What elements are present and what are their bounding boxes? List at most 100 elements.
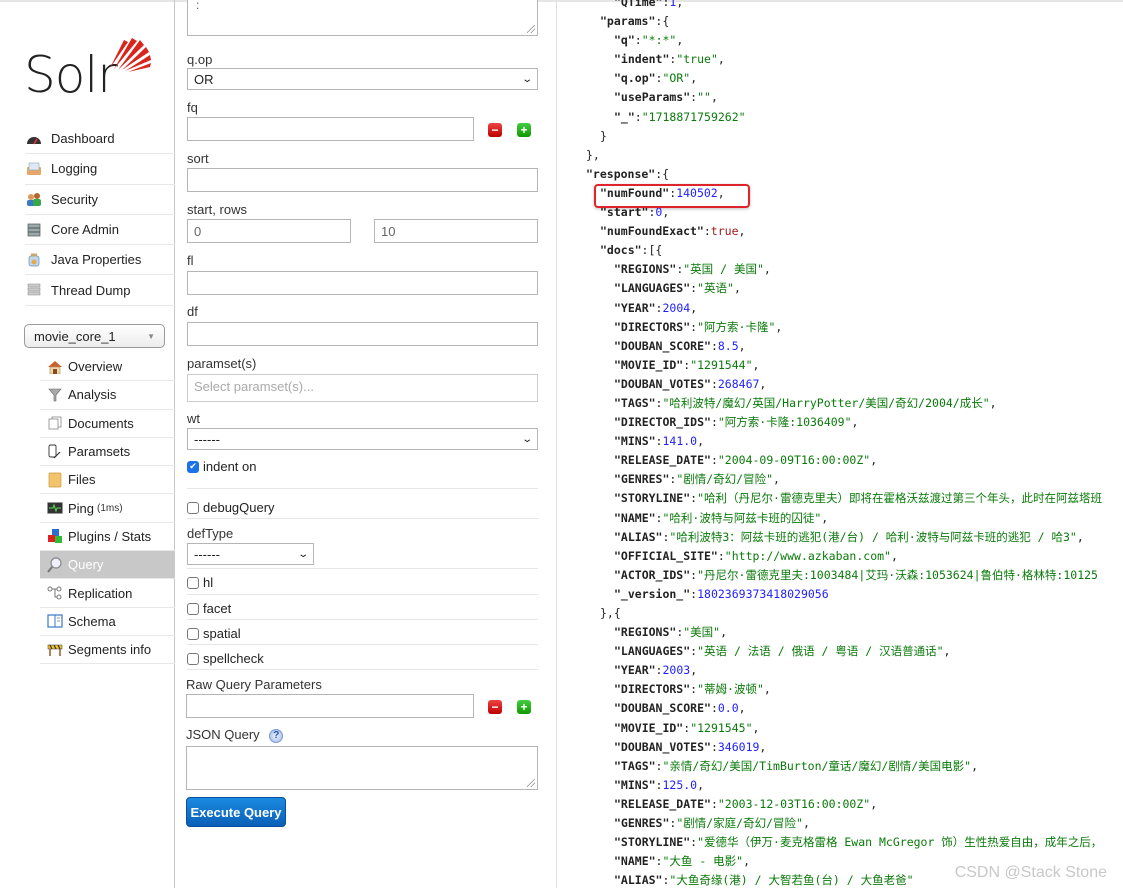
q-textarea[interactable]: :: [187, 0, 538, 36]
json-line: "GENRES":"剧情/家庭/奇幻/冒险",: [570, 814, 1123, 833]
raw-add-button[interactable]: +: [517, 700, 531, 714]
sidebar-item-overview[interactable]: Overview: [40, 353, 175, 382]
resize-handle[interactable]: [527, 25, 535, 33]
replication-nodes-icon: [46, 585, 64, 601]
spatial-checkbox[interactable]: [187, 627, 199, 640]
query-magnifier-icon: [46, 557, 64, 573]
json-punct: :: [634, 33, 642, 48]
spatial-option[interactable]: spatial: [187, 626, 241, 641]
nav-label: Paramsets: [68, 444, 131, 460]
spellcheck-option[interactable]: spellcheck: [187, 651, 264, 666]
json-line: "NAME":"哈利·波特与阿兹卡班的囚徒",: [570, 509, 1123, 528]
json-punct: ,: [690, 663, 698, 678]
qop-select[interactable]: OR ⌄: [187, 68, 538, 90]
json-line: "LANGUAGES":"英语 / 法语 / 俄语 / 粤语 / 汉语普通话",: [570, 642, 1123, 661]
raw-params-input[interactable]: [186, 694, 474, 718]
json-line: "numFoundExact":true,: [570, 222, 1123, 241]
json-value: "OR": [662, 71, 691, 86]
facet-checkbox[interactable]: [187, 602, 199, 615]
json-query-textarea[interactable]: [186, 746, 538, 790]
json-line: "REGIONS":"英国 / 美国",: [570, 260, 1123, 279]
facet-option[interactable]: facet: [187, 601, 231, 616]
indent-checkbox[interactable]: [187, 460, 199, 473]
ping-time: (1ms): [97, 502, 123, 514]
json-value: "哈利（丹尼尔·雷德克里夫）即将在霍格沃兹渡过第三个年头，此时在阿兹塔班: [697, 491, 1102, 506]
sidebar-item-query[interactable]: Query: [40, 551, 175, 580]
nav-label: Dashboard: [51, 131, 115, 147]
sidebar-item-ping[interactable]: Ping (1ms): [40, 494, 175, 523]
sidebar-item-java-properties[interactable]: Java Properties: [25, 245, 175, 276]
json-line: "response":{: [570, 165, 1123, 184]
core-selector[interactable]: movie_core_1 ▼: [24, 324, 165, 348]
json-punct: ,: [717, 52, 725, 67]
execute-query-button[interactable]: Execute Query: [186, 797, 286, 827]
sidebar-item-security[interactable]: Security: [25, 185, 175, 215]
sidebar-item-plugins-stats[interactable]: Plugins / Stats: [40, 523, 175, 552]
nav-label: Query: [68, 557, 104, 573]
json-key: "q": [614, 33, 635, 48]
raw-remove-button[interactable]: −: [488, 700, 502, 714]
debugquery-option[interactable]: debugQuery: [187, 500, 275, 515]
json-key: "YEAR": [614, 300, 656, 315]
divider: [187, 594, 538, 595]
json-key: "useParams": [614, 90, 691, 105]
fq-input[interactable]: [187, 117, 474, 141]
hl-option[interactable]: hl: [187, 575, 213, 590]
json-line: "ACTOR_IDS":"丹尼尔·雷德克里夫:1003484|艾玛·沃森:105…: [570, 566, 1123, 585]
json-line: "STORYLINE":"爱德华（伊万·麦克格雷格 Ewan McGregor …: [570, 833, 1123, 852]
qop-label: q.op: [187, 52, 213, 67]
sidebar-item-logging[interactable]: Logging: [25, 154, 175, 185]
segments-barrier-icon: [46, 642, 64, 658]
json-punct: },{: [600, 606, 621, 620]
rows-input[interactable]: 10: [374, 219, 538, 243]
sidebar-item-documents[interactable]: Documents: [40, 410, 175, 438]
start-rows-label: start, rows: [187, 202, 247, 217]
sort-input[interactable]: [187, 168, 538, 192]
deftype-select[interactable]: ------ ⌄: [187, 543, 314, 565]
json-key: "MOVIE_ID": [614, 357, 684, 372]
nav-label: Schema: [68, 613, 116, 629]
json-value: "剧情/奇幻/冒险": [676, 472, 774, 487]
hl-checkbox[interactable]: [187, 576, 199, 589]
chevron-down-icon: ⌄: [520, 433, 533, 445]
json-line: "useParams":"",: [570, 88, 1123, 107]
json-punct: :: [710, 415, 718, 430]
json-line: "q.op":"OR",: [570, 69, 1123, 88]
json-value: "剧情/家庭/奇幻/冒险": [676, 816, 803, 831]
json-value: 8.5: [717, 338, 739, 353]
paramsets-input[interactable]: Select paramset(s)...: [187, 374, 538, 402]
spellcheck-checkbox[interactable]: [187, 652, 199, 665]
minus-icon: −: [491, 700, 499, 714]
json-value: 346019: [717, 739, 760, 754]
sidebar-item-paramsets[interactable]: Paramsets: [40, 438, 175, 467]
solr-logo[interactable]: Solr: [24, 34, 156, 104]
sidebar-item-schema[interactable]: Schema: [40, 608, 175, 636]
indent-option[interactable]: indent on: [187, 459, 257, 474]
wt-select[interactable]: ------ ⌄: [187, 428, 538, 450]
sidebar-item-replication[interactable]: Replication: [40, 579, 175, 608]
sidebar-item-thread-dump[interactable]: Thread Dump: [25, 275, 175, 306]
sidebar-item-files[interactable]: Files: [40, 466, 175, 495]
json-key: "YEAR": [614, 663, 656, 678]
resize-handle[interactable]: [527, 779, 535, 787]
fq-add-button[interactable]: +: [517, 123, 531, 137]
debugquery-checkbox[interactable]: [187, 501, 199, 514]
sidebar-item-core-admin[interactable]: Core Admin: [25, 215, 175, 246]
fq-remove-button[interactable]: −: [488, 123, 502, 137]
json-value: "哈利波特3：阿兹卡班的逃犯(港/台) / 哈利·波特与阿兹卡班的逃犯 / 哈3…: [669, 529, 1077, 544]
nav-label: Documents: [68, 415, 134, 431]
json-line: },{: [570, 604, 1123, 623]
start-input[interactable]: 0: [187, 219, 351, 243]
json-punct: :: [710, 376, 718, 391]
sidebar-item-dashboard[interactable]: Dashboard: [25, 124, 175, 155]
help-icon[interactable]: ?: [269, 728, 284, 743]
fl-input[interactable]: [187, 271, 538, 295]
sidebar-item-analysis[interactable]: Analysis: [40, 381, 175, 410]
json-line: "MOVIE_ID":"1291545",: [570, 719, 1123, 738]
logging-inbox-icon: [25, 161, 43, 177]
json-key: "REGIONS": [614, 262, 677, 277]
json-value: "丹尼尔·雷德克里夫:1003484|艾玛·沃森:1053624|鲁伯特·格林特…: [697, 567, 1098, 582]
df-input[interactable]: [187, 322, 538, 346]
sidebar-item-segments-info[interactable]: Segments info: [40, 636, 175, 665]
json-line: "TAGS":"哈利波特/魔幻/英国/HarryPotter/美国/奇幻/200…: [570, 394, 1123, 413]
